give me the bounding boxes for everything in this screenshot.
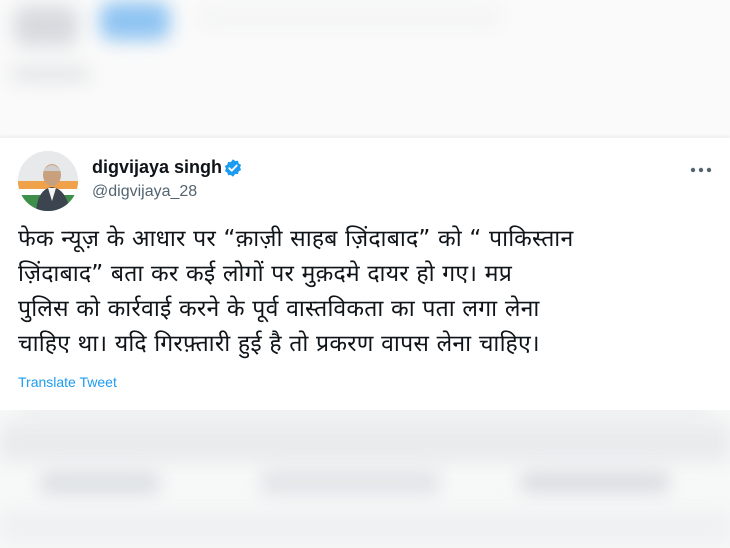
more-options-icon[interactable]	[690, 166, 712, 174]
avatar-image-icon	[18, 151, 78, 211]
avatar[interactable]	[18, 151, 78, 211]
blurred-bottom-region	[0, 410, 730, 548]
tweet-text-line: पुलिस को कार्रवाई करने के पूर्व वास्तविक…	[18, 296, 540, 322]
tweet-text-line: फेक न्यूज़ के आधार पर “क़ाज़ी साहब ज़िंद…	[18, 226, 574, 252]
translate-tweet-link[interactable]: Translate Tweet	[18, 374, 117, 390]
tweet-text-line: चाहिए था। यदि गिरफ़्तारी हुई है तो प्रकर…	[18, 331, 540, 357]
tweet-card: digvijaya singh @digvijaya_28 फेक न्यूज़…	[0, 138, 730, 410]
verified-badge-icon	[224, 159, 242, 177]
blurred-top-region	[0, 0, 730, 138]
screenshot: digvijaya singh @digvijaya_28 फेक न्यूज़…	[0, 0, 730, 548]
user-handle[interactable]: @digvijaya_28	[92, 183, 197, 201]
display-name[interactable]: digvijaya singh	[92, 157, 222, 178]
tweet-text-line: ज़िंदाबाद” बता कर कई लोगों पर मुक़दमे दा…	[18, 261, 512, 287]
tweet-text: फेक न्यूज़ के आधार पर “क़ाज़ी साहब ज़िंद…	[18, 222, 718, 362]
